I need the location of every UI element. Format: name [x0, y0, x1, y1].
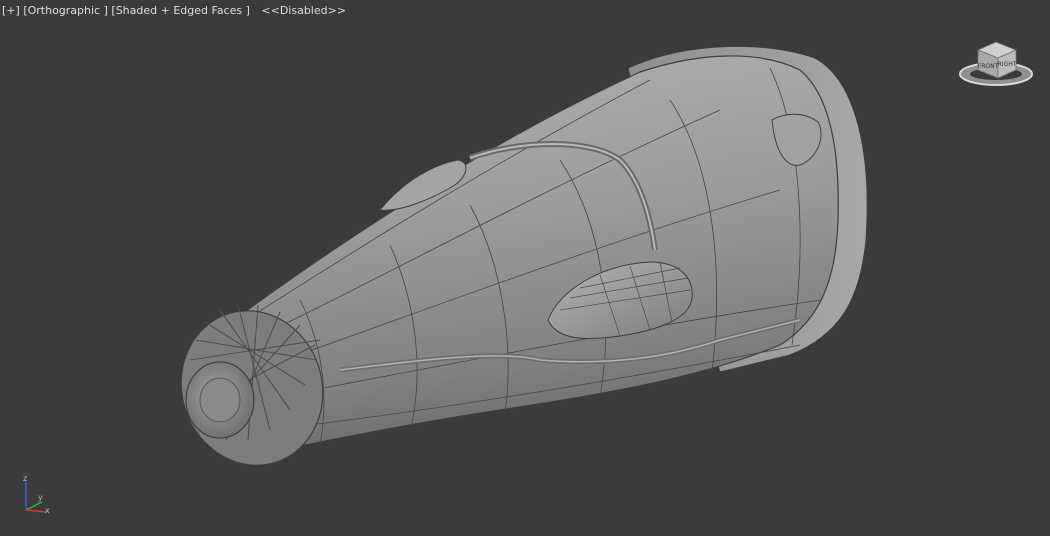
axis-z-label: z [23, 474, 27, 483]
axis-y-line [25, 501, 43, 511]
viewcube-right-face-label[interactable]: RIGHT [998, 61, 1017, 68]
axis-x-label: x [45, 506, 50, 515]
model-render[interactable] [0, 0, 1050, 536]
axis-tripod: z y x [23, 474, 50, 515]
viewcube-front-face-label[interactable]: FRONT [978, 63, 999, 70]
axis-y-label: y [38, 493, 43, 502]
axis-x-line [25, 509, 47, 513]
perspective-viewport[interactable]: [+] [Orthographic ] [Shaded + Edged Face… [0, 0, 1050, 536]
viewcube[interactable]: FRONT RIGHT [958, 34, 1036, 92]
